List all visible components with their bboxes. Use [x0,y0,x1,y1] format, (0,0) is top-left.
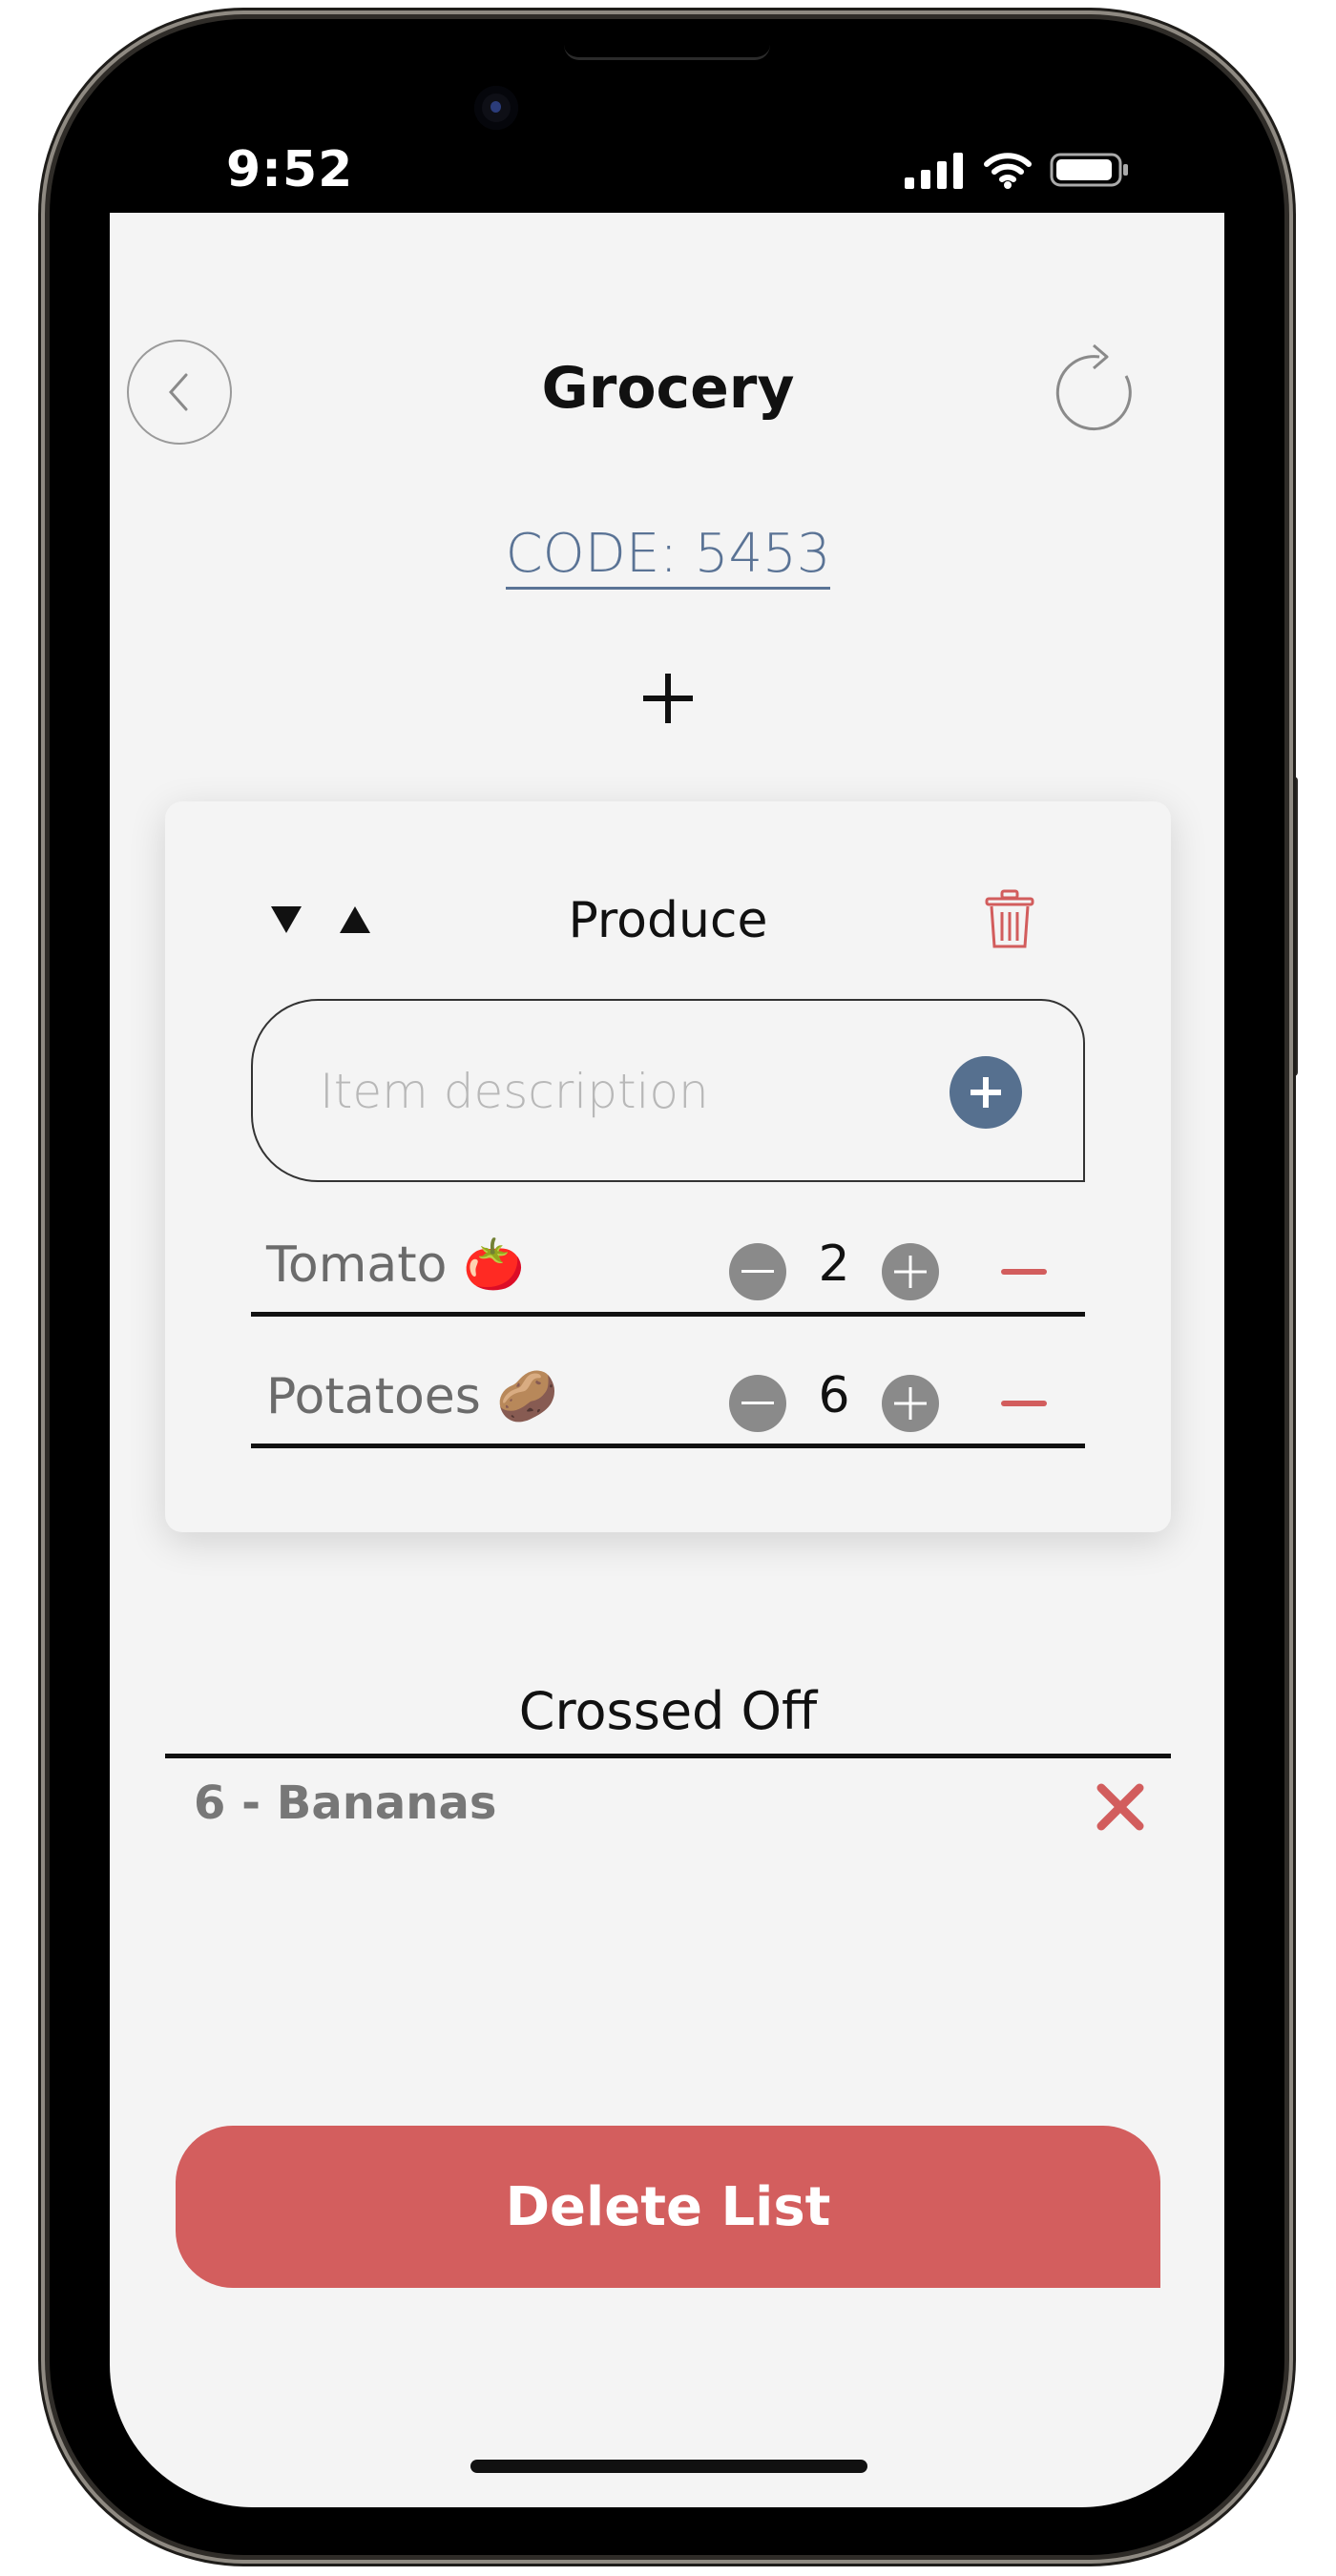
list-item: Potatoes 🥔 6 [251,1348,1085,1448]
increase-quantity-button[interactable] [882,1375,939,1432]
remove-item-button[interactable] [1001,1269,1047,1275]
minus-icon [741,1402,774,1404]
speaker-notch [564,19,770,60]
crossed-off-title: Crossed Off [518,1681,818,1741]
increase-quantity-button[interactable] [882,1243,939,1300]
share-code-link[interactable]: CODE: 5453 [0,523,1336,590]
refresh-icon[interactable] [1050,343,1139,443]
status-icons [905,151,1130,189]
phone-volume-up [38,714,50,903]
add-item-button[interactable] [950,1056,1022,1129]
cellular-signal-icon [905,153,963,189]
item-name: Tomato 🍅 [266,1236,525,1294]
remove-item-button[interactable] [1001,1401,1047,1406]
add-category-button[interactable] [637,668,699,729]
trash-icon[interactable] [985,889,1034,950]
minus-icon [741,1270,774,1273]
item-description-input[interactable] [318,1054,875,1129]
crossed-off-item[interactable]: 6 - Bananas [194,1776,496,1830]
home-indicator [470,2460,867,2473]
item-quantity: 6 [818,1367,850,1424]
front-camera [474,86,518,130]
list-item: Tomato 🍅 2 [251,1216,1085,1317]
close-icon[interactable] [1094,1780,1147,1834]
wifi-icon [984,153,1032,189]
delete-list-button[interactable]: Delete List [176,2126,1160,2288]
decrease-quantity-button[interactable] [729,1243,786,1300]
plus-icon [894,1387,927,1420]
category-title: Produce [568,892,768,949]
item-name: Potatoes 🥔 [266,1368,559,1425]
item-input-box [251,999,1085,1182]
battery-icon [1050,153,1128,187]
phone-volume-down [38,954,50,1143]
decrease-quantity-button[interactable] [729,1375,786,1432]
share-code-text: CODE: 5453 [505,523,831,590]
plus-icon [894,1256,927,1288]
crossed-off-divider [165,1754,1171,1758]
status-time: 9:52 [226,141,354,198]
plus-icon [971,1077,1001,1108]
item-quantity: 2 [818,1236,850,1293]
